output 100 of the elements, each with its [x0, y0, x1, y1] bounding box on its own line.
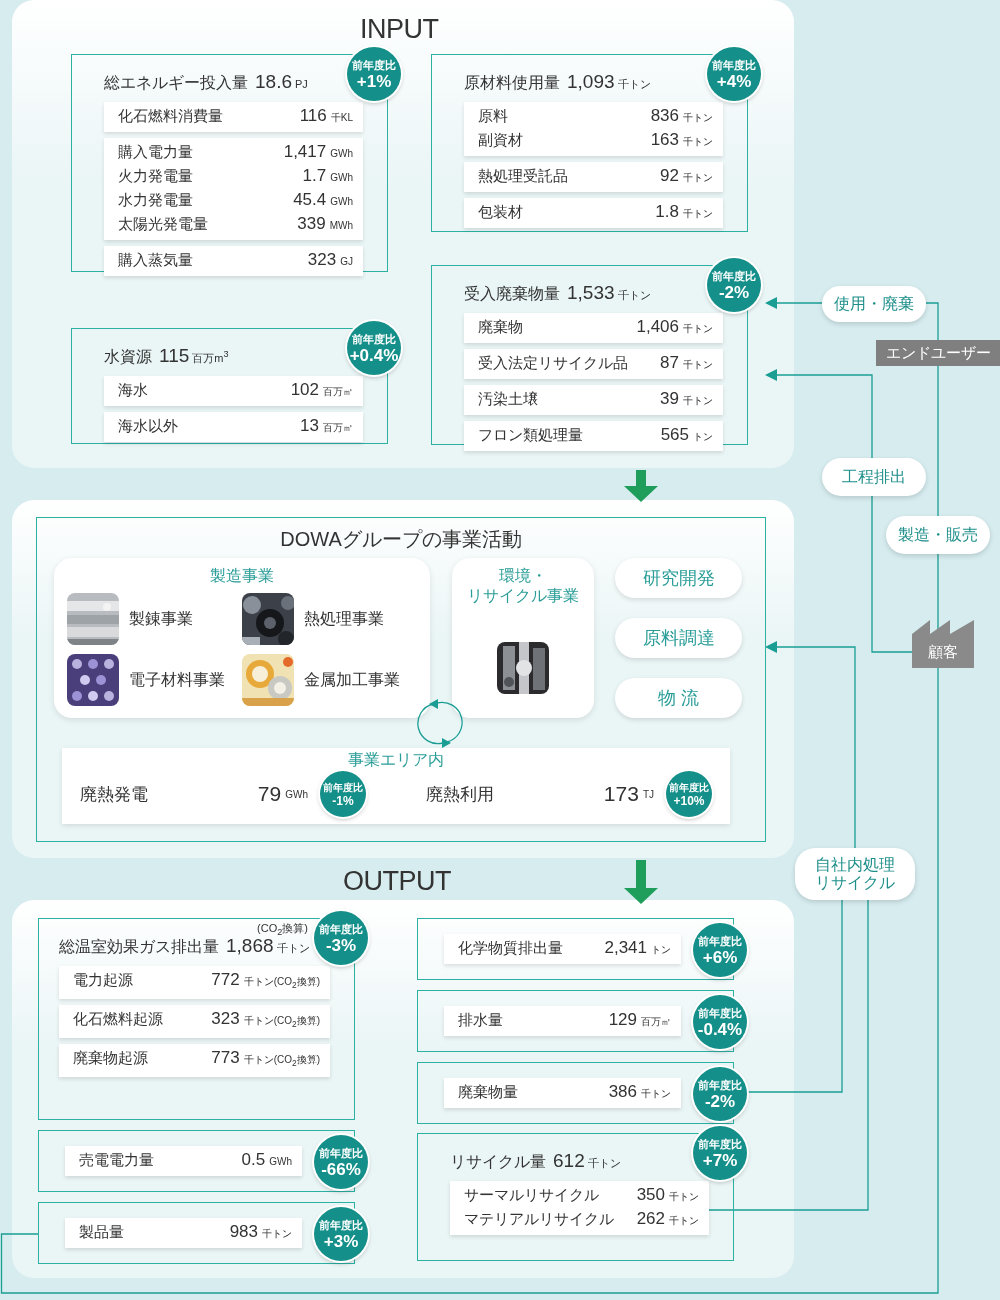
metric-value: 772 — [211, 970, 240, 990]
flow-label: 工程排出 — [822, 458, 926, 496]
metric-label: 製品量 — [79, 1222, 125, 1242]
metric-label: 廃熱発電 — [80, 783, 149, 806]
flow-label: 製造・販売 — [886, 516, 990, 554]
business-label: 熱処理事業 — [304, 608, 384, 629]
metric-value: 1,533 — [567, 282, 615, 304]
metric-value: 116 — [299, 106, 327, 126]
metric-unit: PJ — [295, 78, 308, 90]
metric-label: 廃熱利用 — [426, 783, 495, 806]
business-label: 金属加工事業 — [304, 669, 400, 690]
metric-value: 102 — [290, 380, 319, 400]
metric-unit: TJ — [642, 788, 654, 800]
metric-unit: 百万m$^{3}$ — [192, 349, 229, 366]
metric-label: 廃棄物 — [478, 317, 524, 337]
metric-unit: 百万㎥ — [323, 421, 353, 435]
metric-value: 836 — [650, 106, 679, 126]
down-arrow-icon — [624, 470, 658, 502]
metric-value: 92 — [660, 166, 679, 186]
metric-unit: トン — [651, 943, 671, 957]
connector-arrow — [765, 297, 823, 309]
change-badge: 前年度比 +10% — [666, 771, 712, 817]
metric-label: 海水 — [118, 380, 149, 400]
metric-unit: 千トン — [262, 1227, 292, 1241]
metric-label: 火力発電量 — [118, 166, 194, 186]
metric-value: 1,093 — [567, 71, 615, 93]
change-badge: 前年度比 -1% — [320, 771, 366, 817]
cycle-arrows-icon — [417, 698, 465, 748]
metric-unit: 千トン — [683, 207, 713, 221]
metric-unit: GWh — [269, 1155, 292, 1169]
metric-label: マテリアルリサイクル — [464, 1209, 615, 1229]
factory-icon — [912, 620, 974, 668]
metric-value: 163 — [650, 130, 679, 150]
metric-unit: GWh — [285, 788, 308, 800]
metric-unit: 百万㎥ — [323, 385, 353, 399]
metric-label: 化石燃料起源 — [73, 1009, 164, 1029]
metric-unit: 千トン — [276, 941, 310, 956]
metric-label: 副資材 — [478, 130, 524, 150]
flow-label: 使用・廃棄 — [822, 286, 926, 322]
function-pill: 原料調達 — [615, 618, 742, 658]
metric-label: 購入蒸気量 — [118, 250, 194, 270]
metric-title: 総温室効果ガス排出量 — [59, 937, 219, 957]
metric-label: サーマルリサイクル — [464, 1185, 600, 1205]
metric-unit: 千トン — [683, 394, 713, 408]
area-heading: 事業エリア内 — [348, 750, 444, 770]
environment-heading: 環境・ — [499, 566, 547, 586]
manufacturing-heading: 製造事業 — [210, 566, 274, 586]
metric-value: 323 — [307, 250, 337, 270]
metric-value: 79 — [257, 782, 282, 806]
metric-label: 廃棄物起源 — [73, 1048, 149, 1068]
metric-value: 2,341 — [604, 938, 647, 958]
metric-unit: 千トン — [683, 135, 713, 149]
metric-value: 323 — [211, 1009, 240, 1029]
metric-value: 565 — [660, 425, 689, 445]
metric-unit: 千トン — [587, 1156, 621, 1171]
metric-unit: GWh — [330, 147, 353, 161]
metric-value: 1.7 — [302, 166, 327, 186]
metric-unit: GWh — [330, 195, 353, 209]
metric-value: 39 — [660, 389, 679, 409]
metric-unit: 千トン — [683, 322, 713, 336]
metric-value: 262 — [636, 1209, 665, 1229]
metric-unit: 千トン(CO$_{2}$換算) — [243, 1053, 320, 1070]
metric-unit: 千トン — [669, 1190, 699, 1204]
metric-value: 18.6 — [255, 71, 292, 93]
metric-unit: トン — [693, 430, 713, 444]
metric-title: リサイクル量 — [450, 1152, 546, 1172]
metric-label: 熱処理受託品 — [478, 166, 569, 186]
metric-value: 350 — [636, 1185, 665, 1205]
metric-label: 包装材 — [478, 202, 524, 222]
function-pill: 物 流 — [615, 678, 742, 718]
metric-label: 廃棄物量 — [458, 1082, 519, 1102]
customer-label: 顧客 — [927, 643, 959, 662]
metric-value: 339 — [297, 214, 326, 234]
metric-title: 原材料使用量 — [464, 73, 560, 93]
metric-label: 排水量 — [458, 1010, 504, 1030]
metric-value: 1,868 — [226, 935, 274, 957]
metric-unit: 千トン — [617, 288, 651, 303]
metric-unit: 千KL — [330, 111, 353, 125]
metric-title: 受入廃棄物量 — [464, 284, 560, 304]
metric-value: 45.4 — [293, 190, 327, 210]
metric-title: 水資源 — [104, 347, 152, 367]
business-label: 電子材料事業 — [129, 669, 225, 690]
metric-label: フロン類処理量 — [478, 425, 584, 445]
metric-unit: 千トン — [683, 171, 713, 185]
metric-value: 1,406 — [636, 317, 679, 337]
metric-unit: GJ — [340, 255, 353, 269]
metric-value: 773 — [211, 1048, 240, 1068]
down-arrow-icon — [624, 860, 658, 904]
metric-unit: 百万㎥ — [641, 1015, 671, 1029]
metric-value: 0.5 — [241, 1150, 266, 1170]
metric-label: 電力起源 — [73, 970, 134, 990]
metric-title: 総エネルギー投入量 — [104, 73, 248, 93]
metric-label: 売電電力量 — [79, 1150, 155, 1170]
metric-unit: GWh — [330, 171, 353, 185]
metric-label: 水力発電量 — [118, 190, 194, 210]
metric-unit: 千トン — [683, 111, 713, 125]
metric-value: 983 — [229, 1222, 258, 1242]
metric-value: 13 — [300, 416, 319, 436]
metric-unit: 千トン — [641, 1087, 671, 1101]
metric-value: 386 — [608, 1082, 637, 1102]
